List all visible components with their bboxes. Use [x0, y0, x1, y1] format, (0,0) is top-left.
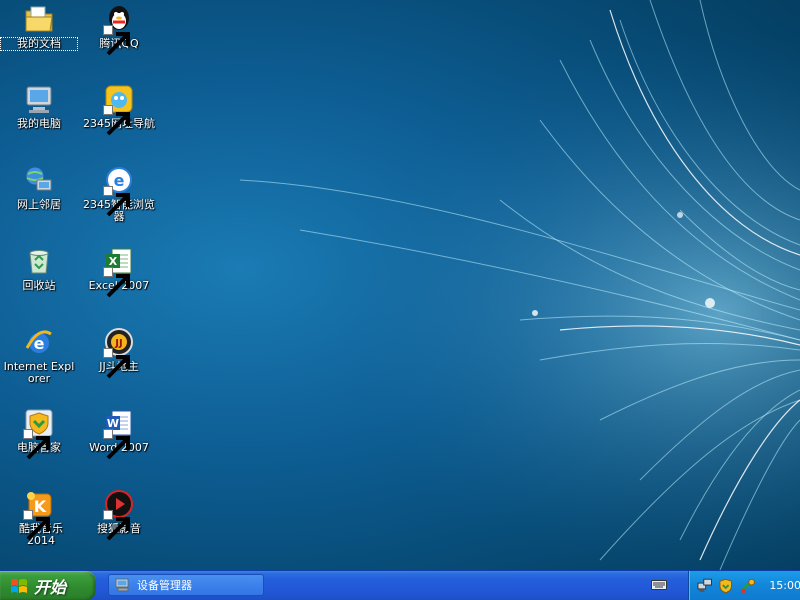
desktop-icon-label: 网上邻居 [17, 198, 61, 211]
desktop-icon-label: Internet Explorer [3, 360, 75, 385]
windows-logo-icon [11, 578, 27, 593]
2345-navigation-icon [103, 83, 135, 136]
desktop-icon-label: 我的电脑 [17, 117, 61, 130]
desktop-icon-pc-manager[interactable]: 电脑管家 [1, 407, 77, 460]
sohu-video-icon [103, 488, 135, 541]
desktop-icon-word-2007[interactable]: W Word 2007 [81, 407, 157, 460]
desktop-icon-my-documents[interactable]: 我的文档 [0, 3, 78, 51]
desktop-icon-recycle-bin[interactable]: 回收站 [1, 245, 77, 292]
shortcut-arrow-icon [23, 429, 50, 460]
excel-icon: X [103, 245, 135, 298]
desktop-icon-label: 回收站 [22, 279, 56, 292]
shortcut-arrow-icon [103, 25, 130, 56]
shortcut-arrow-icon [103, 186, 130, 217]
desktop-icon-jj-doudizhu[interactable]: JJ JJ斗地主 [81, 326, 157, 379]
shortcut-arrow-icon [103, 267, 130, 298]
shortcut-arrow-icon [103, 348, 130, 379]
start-label: 开始 [34, 577, 67, 597]
desktop[interactable]: 我的文档 我的电脑 网上邻居 回收站 e Internet Explorer 电… [0, 0, 800, 570]
shortcut-arrow-icon [103, 429, 130, 460]
network-globe-icon [23, 164, 55, 196]
start-button[interactable]: 开始 [0, 571, 96, 600]
shield-icon[interactable] [718, 578, 733, 594]
shortcut-arrow-icon [103, 105, 130, 136]
taskbar-button-label: 设备管理器 [137, 579, 192, 592]
desktop-icon-label: 我的文档 [0, 37, 78, 51]
desktop-icon-internet-explorer[interactable]: e Internet Explorer [1, 326, 77, 385]
desktop-icon-2345-browser[interactable]: e 2345智能浏览器 [81, 164, 157, 223]
qq-penguin-icon [103, 3, 135, 56]
recycle-bin-icon [23, 245, 55, 277]
jj-doudizhu-icon: JJ [103, 326, 135, 379]
desktop-icon-sohu-video[interactable]: 搜狐影音 [81, 488, 157, 541]
internet-explorer-icon: e [23, 326, 55, 358]
clock[interactable]: 15:00 [769, 579, 800, 592]
device-manager-icon [115, 578, 129, 592]
desktop-icon-2345-navigation[interactable]: 2345网址导航 [81, 83, 157, 136]
kuwo-music-icon: K [23, 488, 55, 541]
taskbar-button-device-manager[interactable]: 设备管理器 [108, 574, 264, 596]
folder-documents-icon [23, 3, 55, 35]
desktop-icon-kuwo-music[interactable]: K 酷我音乐2014 [1, 488, 77, 547]
shortcut-arrow-icon [103, 510, 130, 541]
shortcut-arrow-icon [23, 510, 50, 541]
svg-text:JJ: JJ [114, 338, 122, 349]
2345-browser-icon: e [103, 164, 135, 217]
desktop-icon-excel-2007[interactable]: X Excel 2007 [81, 245, 157, 298]
desktop-icon-qq[interactable]: 腾讯QQ [81, 3, 157, 56]
shield-icon [23, 407, 55, 460]
word-icon: W [103, 407, 135, 460]
keyboard-icon[interactable] [651, 578, 667, 592]
computer-icon [23, 83, 55, 115]
taskbar: 开始 设备管理器 15:00 [0, 570, 800, 600]
desktop-icon-my-computer[interactable]: 我的电脑 [1, 83, 77, 130]
network-connection-icon[interactable] [697, 578, 712, 594]
security-tool-icon[interactable] [740, 578, 755, 594]
desktop-icon-network-places[interactable]: 网上邻居 [1, 164, 77, 211]
system-tray: 15:00 [688, 571, 800, 600]
